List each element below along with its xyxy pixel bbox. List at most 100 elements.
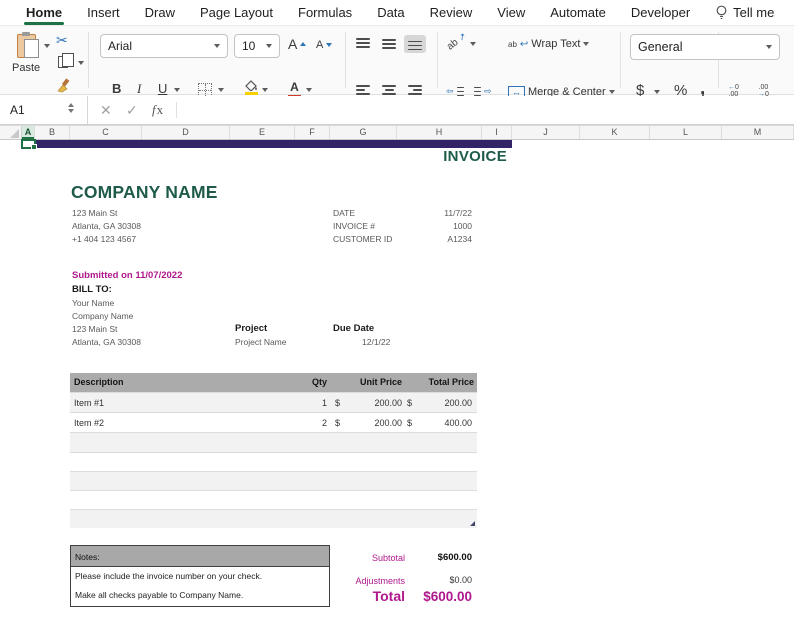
sheet-grid[interactable]: INVOICE COMPANY NAME 123 Main St Atlanta… [0,140,794,637]
bill-to-label[interactable]: BILL TO: [72,284,112,295]
table-cell[interactable] [405,433,431,452]
column-header-B[interactable]: B [35,126,70,139]
table-cell[interactable]: $ [405,413,431,432]
table-cell[interactable]: $ [333,413,355,432]
select-all-corner[interactable] [0,126,22,139]
table-cell[interactable] [431,433,477,452]
invoice-number-label[interactable]: INVOICE # [333,221,375,231]
cut-button[interactable]: ✂ [56,32,68,49]
table-cell[interactable] [70,453,300,471]
table-cell[interactable] [300,472,333,490]
column-header-D[interactable]: D [142,126,230,139]
align-bottom-button[interactable] [404,35,426,53]
subtotal-label[interactable]: Subtotal [300,553,405,563]
column-header-J[interactable]: J [512,126,580,139]
currency-chevron-icon[interactable] [654,90,660,94]
table-cell[interactable] [355,491,405,509]
column-header-L[interactable]: L [650,126,722,139]
orientation-button[interactable]: ab↗ [445,30,469,52]
menu-tab-developer[interactable]: Developer [631,0,690,26]
customer-id-value[interactable]: A1234 [397,234,472,244]
table-cell[interactable] [70,510,300,528]
project-label[interactable]: Project [235,323,267,334]
borders-button[interactable] [198,83,212,97]
notes-box[interactable]: Notes: Please include the invoice number… [70,545,330,607]
subtotal-value[interactable]: $600.00 [412,552,472,563]
table-row[interactable] [70,452,477,471]
table-row[interactable] [70,509,477,528]
underline-chevron-icon[interactable] [174,88,180,92]
table-cell[interactable]: $ [333,393,355,412]
table-cell[interactable] [300,491,333,509]
table-cell[interactable] [300,453,333,471]
table-cell[interactable]: 200.00 [355,393,405,412]
table-header-total-price[interactable]: Total Price [405,373,477,392]
table-cell[interactable] [300,510,333,528]
menu-tab-formulas[interactable]: Formulas [298,0,352,26]
table-row[interactable] [70,471,477,490]
bill-to-address[interactable]: 123 Main St [72,324,117,334]
notes-header[interactable]: Notes: [70,545,330,567]
confirm-icon[interactable]: ✓ [126,96,138,124]
formula-input[interactable] [182,96,794,124]
table-cell[interactable] [333,491,355,509]
menu-tab-data[interactable]: Data [377,0,404,26]
column-header-M[interactable]: M [722,126,794,139]
table-cell[interactable] [333,433,355,452]
column-header-E[interactable]: E [230,126,295,139]
table-cell[interactable]: 1 [300,393,333,412]
table-cell[interactable] [355,453,405,471]
table-cell[interactable] [333,472,355,490]
customer-id-label[interactable]: CUSTOMER ID [333,234,392,244]
cancel-icon[interactable]: ✕ [100,96,112,124]
submitted-on[interactable]: Submitted on 11/07/2022 [72,270,182,281]
fill-color-chevron-icon[interactable] [262,88,268,92]
underline-button[interactable]: U [158,81,167,96]
paste-dropdown-chevron-icon[interactable] [44,44,50,48]
menu-tab-tell-me[interactable]: Tell me [715,0,774,26]
total-value[interactable]: $600.00 [412,589,472,604]
bill-to-name[interactable]: Your Name [72,298,114,308]
table-cell[interactable] [333,510,355,528]
table-cell[interactable]: 400.00 [431,413,477,432]
orientation-chevron-icon[interactable] [470,42,476,46]
invoice-title[interactable]: INVOICE [330,148,507,165]
table-header-unit-price[interactable]: Unit Price [333,373,405,392]
menu-tab-review[interactable]: Review [430,0,473,26]
menu-tab-insert[interactable]: Insert [87,0,120,26]
table-cell[interactable] [355,472,405,490]
table-cell[interactable] [70,491,300,509]
menu-tab-page-layout[interactable]: Page Layout [200,0,273,26]
grow-font-button[interactable]: A [288,36,306,52]
table-cell[interactable] [70,433,300,452]
table-cell[interactable] [405,453,431,471]
column-header-C[interactable]: C [70,126,142,139]
table-cell[interactable] [431,491,477,509]
fill-color-button[interactable] [244,80,258,95]
borders-chevron-icon[interactable] [218,88,224,92]
table-cell[interactable] [355,510,405,528]
table-cell[interactable] [70,472,300,490]
wrap-text-button[interactable]: ab↩ Wrap Text [508,38,589,50]
table-row[interactable] [70,490,477,509]
menu-tab-view[interactable]: View [497,0,525,26]
company-name[interactable]: COMPANY NAME [71,182,218,203]
table-cell[interactable] [431,472,477,490]
table-cell[interactable] [300,433,333,452]
table-cell[interactable]: 200.00 [355,413,405,432]
shrink-font-button[interactable]: A [316,39,332,51]
paste-button[interactable]: Paste [12,34,40,74]
adjustments-value[interactable]: $0.00 [412,575,472,585]
adjustments-label[interactable]: Adjustments [300,576,405,586]
table-resize-handle-icon[interactable] [470,521,475,526]
align-middle-button[interactable] [378,35,400,53]
table-cell[interactable]: 2 [300,413,333,432]
table-header-description[interactable]: Description [70,373,300,392]
format-painter-button[interactable] [56,78,72,93]
table-row[interactable]: Item #22$200.00$400.00 [70,412,477,432]
column-header-A[interactable]: A [22,126,35,139]
bill-to-company[interactable]: Company Name [72,311,133,321]
name-box[interactable]: A1 [0,96,88,124]
copy-button[interactable] [58,56,68,68]
table-cell[interactable]: Item #1 [70,393,300,412]
